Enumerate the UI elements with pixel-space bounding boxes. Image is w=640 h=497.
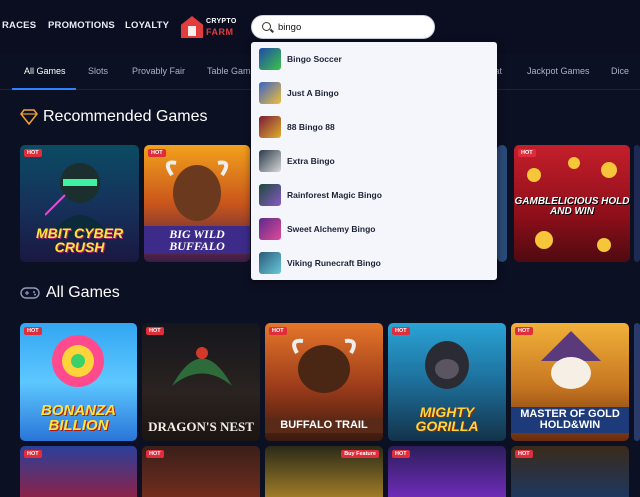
hot-badge: HOT xyxy=(269,327,287,335)
hot-badge: HOT xyxy=(392,450,410,458)
recommended-title: Recommended Games xyxy=(43,108,208,125)
search-result-label: Just A Bingo xyxy=(287,88,339,98)
game-title: Bonanza Billion xyxy=(41,402,116,434)
search-result-label: Extra Bingo xyxy=(287,156,335,166)
hot-badge: HOT xyxy=(24,327,42,335)
hot-badge: HOT xyxy=(146,327,164,335)
search-result-item[interactable]: Rainforest Magic Bingo xyxy=(259,184,489,206)
game-card[interactable]: HOT mBit Cyber Crush xyxy=(20,145,139,262)
search-result-label: Viking Runecraft Bingo xyxy=(287,258,381,268)
search-result-item[interactable]: 88 Bingo 88 xyxy=(259,116,489,138)
game-card[interactable]: HOT xyxy=(142,446,260,497)
game-card[interactable] xyxy=(634,323,640,441)
crypto-farm-logo[interactable]: CRYPTO FARM xyxy=(181,14,237,40)
diamond-icon xyxy=(20,109,38,125)
gamepad-icon xyxy=(20,287,40,299)
game-title: Dragon's Nest xyxy=(148,419,254,434)
game-thumbnail xyxy=(259,184,281,206)
game-art xyxy=(541,331,601,389)
nav-races[interactable]: RACES xyxy=(2,20,36,31)
game-title: Master of Gold Hold&Win xyxy=(511,407,629,433)
game-art xyxy=(45,163,110,235)
hot-badge: HOT xyxy=(146,450,164,458)
tab-all-games[interactable]: All Games xyxy=(24,66,66,76)
hot-badge: HOT xyxy=(392,327,410,335)
game-title: Big Wild Buffalo xyxy=(144,226,250,254)
hot-badge: HOT xyxy=(515,450,533,458)
game-title: mBit Cyber Crush xyxy=(35,225,124,255)
game-thumbnail xyxy=(259,48,281,70)
game-art xyxy=(292,338,356,393)
search-result-item[interactable]: Just A Bingo xyxy=(259,82,489,104)
game-card[interactable]: HOT Mighty Gorilla xyxy=(388,323,506,441)
barn-icon xyxy=(181,16,203,38)
game-thumbnail xyxy=(259,252,281,274)
hot-badge: HOT xyxy=(518,149,536,157)
hot-badge: HOT xyxy=(24,450,42,458)
game-card[interactable]: Buy Feature xyxy=(265,446,383,497)
game-card[interactable]: HOT Dragon's Nest xyxy=(142,323,260,441)
nav-loyalty[interactable]: LOYALTY xyxy=(125,20,169,31)
game-card[interactable]: HOT Gamblelicious Hold and Win xyxy=(514,145,630,262)
search-input[interactable] xyxy=(278,19,428,35)
nav-promotions[interactable]: PROMOTIONS xyxy=(48,20,115,31)
game-title: Mighty Gorilla xyxy=(415,404,479,434)
game-card[interactable]: HOT xyxy=(511,446,629,497)
search-box[interactable] xyxy=(251,15,435,39)
game-thumbnail xyxy=(259,116,281,138)
game-art xyxy=(165,160,229,221)
game-card[interactable] xyxy=(497,145,507,262)
tab-jackpot-games[interactable]: Jackpot Games xyxy=(527,66,590,76)
game-art xyxy=(425,341,469,389)
game-card[interactable]: HOT Bonanza Billion xyxy=(20,323,137,441)
search-result-item[interactable]: Bingo Soccer xyxy=(259,48,489,70)
buy-feature-badge: Buy Feature xyxy=(341,450,379,458)
search-result-label: Bingo Soccer xyxy=(287,54,342,64)
tab-provably-fair[interactable]: Provably Fair xyxy=(132,66,185,76)
tab-slots[interactable]: Slots xyxy=(88,66,108,76)
game-art xyxy=(52,335,104,387)
search-result-label: Rainforest Magic Bingo xyxy=(287,190,382,200)
search-result-label: 88 Bingo 88 xyxy=(287,122,335,132)
hot-badge: HOT xyxy=(515,327,533,335)
game-card[interactable]: HOT Big Wild Buffalo xyxy=(144,145,250,262)
active-tab-indicator xyxy=(12,88,76,90)
game-thumbnail xyxy=(259,150,281,172)
hot-badge: HOT xyxy=(148,149,166,157)
game-card[interactable]: HOT Master of Gold Hold&Win xyxy=(511,323,629,441)
game-thumbnail xyxy=(259,218,281,240)
search-result-item[interactable]: Viking Runecraft Bingo xyxy=(259,252,489,274)
game-title: Buffalo Trail xyxy=(265,418,383,433)
search-result-label: Sweet Alchemy Bingo xyxy=(287,224,376,234)
game-card[interactable] xyxy=(634,145,640,262)
search-icon xyxy=(262,22,271,31)
search-result-item[interactable]: Extra Bingo xyxy=(259,150,489,172)
search-result-item[interactable]: Sweet Alchemy Bingo xyxy=(259,218,489,240)
game-art xyxy=(172,347,232,386)
search-results-dropdown: Bingo Soccer Just A Bingo 88 Bingo 88 Ex… xyxy=(251,42,497,280)
hot-badge: HOT xyxy=(24,149,42,157)
game-thumbnail xyxy=(259,82,281,104)
game-card[interactable]: HOT xyxy=(20,446,137,497)
all-games-title: All Games xyxy=(46,284,120,301)
game-card[interactable]: HOT xyxy=(388,446,506,497)
game-title: Gamblelicious Hold and Win xyxy=(514,196,630,217)
tab-dice[interactable]: Dice xyxy=(611,66,629,76)
game-card[interactable]: HOT Buffalo Trail xyxy=(265,323,383,441)
